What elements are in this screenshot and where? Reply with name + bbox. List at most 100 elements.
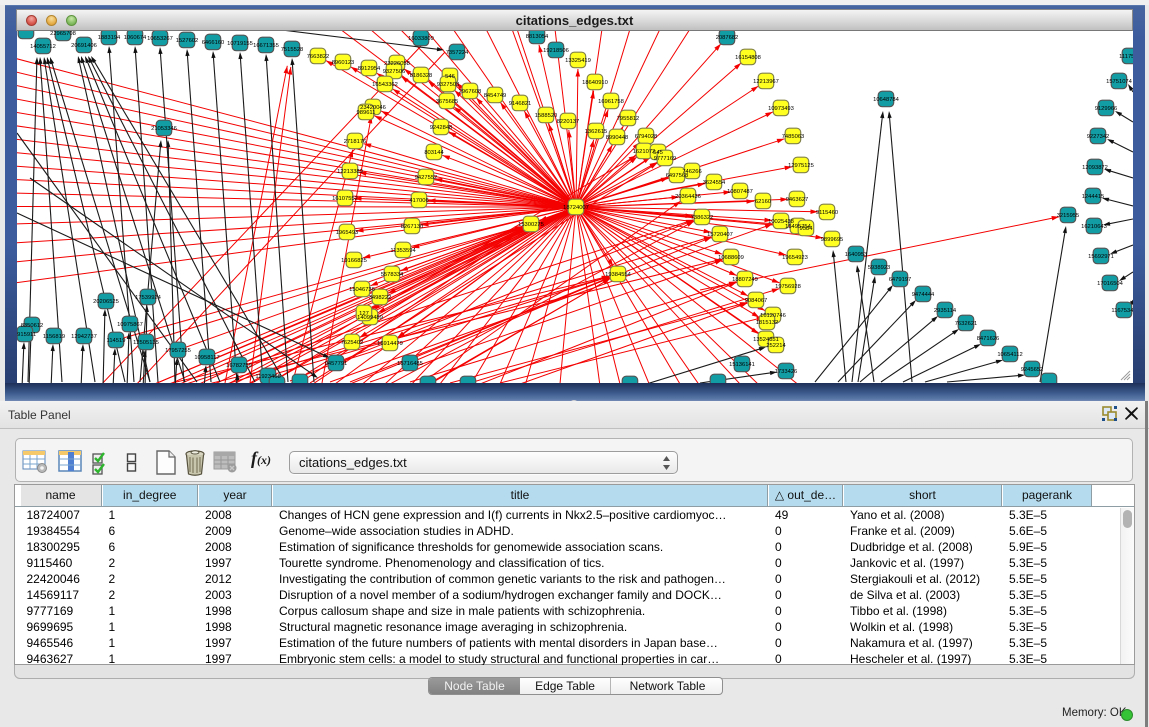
svg-text:17957255: 17957255 (165, 348, 191, 354)
svg-text:8186328: 8186328 (410, 73, 433, 79)
svg-text:9474444: 9474444 (912, 292, 935, 298)
svg-text:19218506: 19218506 (543, 48, 569, 54)
svg-text:14055712: 14055712 (30, 44, 56, 50)
svg-text:7632621: 7632621 (955, 321, 978, 327)
svg-text:1965493: 1965493 (336, 230, 359, 236)
svg-text:18640910: 18640910 (582, 80, 608, 86)
svg-text:10973493: 10973493 (768, 106, 794, 112)
svg-text:11923468: 11923468 (255, 374, 280, 380)
svg-text:1815132: 1815132 (756, 320, 779, 326)
svg-text:10654112: 10654112 (997, 352, 1022, 358)
svg-text:10688609: 10688609 (718, 255, 744, 261)
svg-text:8912954: 8912954 (358, 66, 381, 72)
svg-text:1883194: 1883194 (98, 35, 121, 41)
svg-text:23226058: 23226058 (384, 61, 410, 67)
svg-text:19384554: 19384554 (605, 272, 632, 278)
svg-text:6497568: 6497568 (666, 173, 689, 179)
svg-text:8220137: 8220137 (557, 119, 580, 125)
svg-text:8350612: 8350612 (21, 323, 44, 329)
svg-text:546: 546 (445, 74, 455, 80)
svg-text:15136141: 15136141 (729, 362, 755, 368)
svg-text:18807249: 18807249 (732, 277, 758, 283)
svg-text:803144: 803144 (424, 150, 444, 156)
svg-text:20691406: 20691406 (71, 43, 97, 49)
svg-text:8471626: 8471626 (977, 336, 1000, 342)
svg-text:8454749: 8454749 (484, 93, 507, 99)
svg-text:7485063: 7485063 (782, 134, 805, 140)
svg-text:22965708: 22965708 (50, 31, 76, 37)
svg-text:16782759: 16782759 (226, 363, 252, 369)
svg-text:19654923: 19654923 (782, 255, 808, 261)
svg-text:18724007: 18724007 (563, 205, 589, 211)
svg-text:20364436: 20364436 (675, 194, 701, 200)
svg-text:7386322: 7386322 (691, 215, 714, 221)
svg-text:417006: 417006 (409, 198, 428, 204)
svg-text:9129966: 9129966 (1095, 106, 1118, 112)
svg-text:21053346: 21053346 (151, 126, 177, 132)
svg-text:16154808: 16154808 (735, 55, 761, 61)
svg-text:9777169: 9777169 (654, 156, 677, 162)
svg-text:1362615: 1362615 (585, 129, 608, 135)
svg-text:16914479: 16914479 (377, 341, 403, 347)
svg-text:62160: 62160 (755, 199, 771, 205)
svg-text:12093872: 12093872 (1082, 165, 1108, 171)
svg-text:16543362: 16543362 (372, 82, 398, 88)
svg-text:7357224: 7357224 (446, 50, 469, 56)
svg-text:8990448: 8990448 (606, 135, 629, 141)
svg-text:15046736: 15046736 (349, 287, 375, 293)
svg-text:9084067: 9084067 (745, 298, 768, 304)
svg-text:12213967: 12213967 (753, 79, 779, 85)
svg-text:1621072: 1621072 (633, 149, 656, 155)
svg-text:15300275: 15300275 (518, 222, 544, 228)
svg-text:7515528: 7515528 (281, 47, 304, 53)
svg-text:252214: 252214 (766, 343, 786, 349)
svg-text:7663822: 7663822 (307, 54, 330, 60)
svg-text:9457791: 9457791 (325, 361, 348, 367)
svg-text:16107552: 16107552 (332, 196, 358, 202)
svg-text:1640953: 1640953 (845, 252, 868, 258)
svg-text:9463627: 9463627 (786, 197, 809, 203)
svg-text:17016504: 17016504 (1097, 281, 1124, 287)
svg-text:17539924: 17539924 (135, 295, 162, 301)
svg-text:9584: 9584 (800, 226, 814, 232)
svg-text:9245652: 9245652 (1021, 367, 1044, 373)
svg-text:11353594: 11353594 (390, 248, 416, 254)
svg-text:15692971: 15692971 (1088, 254, 1114, 260)
svg-text:7955812: 7955812 (617, 116, 640, 122)
svg-text:9242848: 9242848 (430, 125, 453, 131)
svg-text:9146821: 9146821 (509, 101, 532, 107)
svg-text:16033809: 16033809 (408, 36, 434, 42)
svg-text:16961758: 16961758 (598, 99, 624, 105)
svg-text:6794028: 6794028 (635, 134, 658, 140)
svg-text:1156819: 1156819 (43, 334, 65, 340)
svg-text:13325419: 13325419 (565, 58, 591, 64)
svg-text:1117516: 1117516 (1119, 54, 1133, 60)
svg-text:9327508: 9327508 (437, 82, 460, 88)
svg-text:1733426: 1733426 (775, 369, 798, 375)
svg-text:10653267: 10653267 (147, 36, 173, 42)
svg-text:3675685: 3675685 (436, 99, 459, 105)
svg-text:3498222: 3498222 (369, 295, 392, 301)
svg-text:12942737: 12942737 (71, 334, 97, 340)
svg-text:12975125: 12975125 (788, 163, 814, 169)
svg-text:127: 127 (359, 311, 369, 317)
svg-text:10648784: 10648784 (873, 97, 900, 103)
svg-text:1527602: 1527602 (176, 38, 199, 44)
svg-text:9427552: 9427552 (415, 175, 438, 181)
svg-text:9899695: 9899695 (821, 237, 844, 243)
svg-text:9327506: 9327506 (383, 69, 406, 75)
svg-text:16210643: 16210643 (1081, 224, 1107, 230)
svg-text:9227342: 9227342 (1087, 134, 1110, 140)
svg-text:3624554: 3624554 (703, 180, 726, 186)
svg-text:5938923: 5938923 (868, 265, 891, 271)
svg-text:3215955: 3215955 (1057, 213, 1080, 219)
svg-text:10807487: 10807487 (727, 189, 753, 195)
svg-text:12505135: 12505135 (133, 340, 159, 346)
svg-text:2967608: 2967608 (459, 89, 482, 95)
svg-text:2087682: 2087682 (716, 35, 739, 41)
svg-text:11675342: 11675342 (1111, 308, 1133, 314)
svg-text:1244415: 1244415 (1082, 194, 1105, 200)
svg-text:2718176: 2718176 (344, 139, 367, 145)
svg-text:2935114: 2935114 (934, 308, 957, 314)
svg-text:3915911: 3915911 (17, 332, 36, 338)
